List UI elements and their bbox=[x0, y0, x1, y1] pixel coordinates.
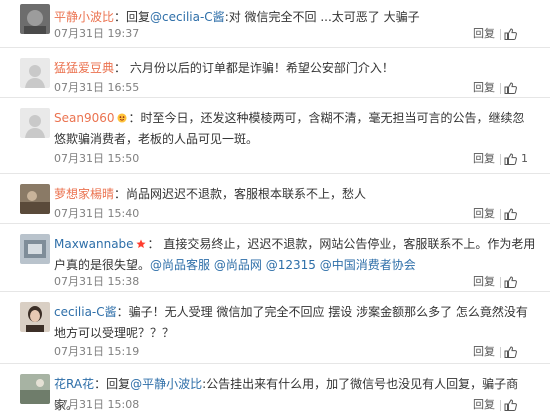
comment-text: cecilia-C酱：骗子！无人受理 微信加了完全不回应 摆设 涉案金额那么多了… bbox=[54, 302, 536, 344]
thumbs-up-icon bbox=[504, 208, 517, 220]
avatar[interactable] bbox=[20, 4, 50, 34]
divider bbox=[500, 400, 501, 411]
comment-meta: 07月31日 15:19 回复 bbox=[54, 343, 536, 361]
avatar[interactable] bbox=[20, 184, 50, 214]
comment-time: 07月31日 15:08 bbox=[54, 398, 140, 411]
comment-meta: 07月31日 19:37 回复 bbox=[54, 25, 536, 43]
reply-button[interactable]: 回复 bbox=[473, 343, 495, 361]
thumbs-up-icon bbox=[504, 28, 517, 40]
comment-item: Sean9060 ：时至今日，还发这种模棱两可，含糊不清，毫无担当可言的公告，继续… bbox=[0, 98, 550, 174]
comment-time: 07月31日 15:19 bbox=[54, 345, 140, 358]
comment-body: ： 六月份以后的订单都是诈骗！希望公安部门介入！ bbox=[114, 61, 394, 75]
comment-meta: 07月31日 15:40 回复 bbox=[54, 205, 536, 223]
like-button[interactable] bbox=[504, 25, 534, 43]
thumbs-up-icon bbox=[504, 153, 517, 165]
thumbs-up-icon bbox=[504, 82, 517, 94]
mention-link[interactable]: @尚品客服 bbox=[150, 258, 210, 272]
avatar[interactable] bbox=[20, 234, 50, 264]
comment-body: ：回复 bbox=[94, 377, 131, 391]
divider bbox=[500, 347, 501, 358]
mention-link[interactable]: @cecilia-C酱 bbox=[150, 10, 225, 24]
comment-item: 猛猛爱豆典： 六月份以后的订单都是诈骗！希望公安部门介入！ 07月31日 16:… bbox=[0, 48, 550, 98]
mention-link[interactable]: @中国消费者协会 bbox=[320, 258, 416, 272]
like-button[interactable] bbox=[504, 273, 534, 291]
comment-item: 平静小波比：回复@cecilia-C酱:对 微信完全不回 ...太可恶了 大骗子… bbox=[0, 0, 550, 48]
divider bbox=[500, 277, 501, 288]
username-link[interactable]: cecilia-C酱 bbox=[54, 305, 117, 319]
username-link[interactable]: Sean9060 bbox=[54, 111, 115, 125]
comment-meta: 07月31日 15:38 回复 bbox=[54, 273, 536, 291]
like-button[interactable] bbox=[504, 79, 534, 97]
comment-item: 花RA花：回复@平静小波比:公告挂出来有什么用，加了微信号也没见有人回复，骗子商… bbox=[0, 364, 550, 419]
comment-text: 萝想家楊晴：尚品网迟迟不退款，客服根本联系不上，愁人 bbox=[54, 184, 536, 205]
username-link[interactable]: 平静小波比 bbox=[54, 10, 114, 24]
avatar[interactable] bbox=[20, 302, 50, 332]
like-button[interactable] bbox=[504, 396, 534, 414]
mention-link[interactable]: @尚品网 bbox=[214, 258, 262, 272]
comment-time: 07月31日 16:55 bbox=[54, 81, 140, 94]
avatar[interactable] bbox=[20, 374, 50, 404]
comment-time: 07月31日 15:40 bbox=[54, 207, 140, 220]
thumbs-up-icon bbox=[504, 399, 517, 411]
comment-meta: 07月31日 16:55 回复 bbox=[54, 79, 536, 97]
divider bbox=[500, 154, 501, 165]
mention-link[interactable]: @12315 bbox=[266, 258, 316, 272]
avatar[interactable] bbox=[20, 108, 50, 138]
comment-body: :对 微信完全不回 ...太可恶了 大骗子 bbox=[224, 10, 420, 24]
divider bbox=[500, 83, 501, 94]
like-button[interactable] bbox=[504, 205, 534, 223]
username-link[interactable]: 花RA花 bbox=[54, 377, 94, 391]
thumbs-up-icon bbox=[504, 276, 517, 288]
comment-time: 07月31日 15:50 bbox=[54, 152, 140, 165]
star-badge-icon bbox=[136, 239, 146, 248]
comment-text: 猛猛爱豆典： 六月份以后的订单都是诈骗！希望公安部门介入！ bbox=[54, 58, 536, 79]
like-button[interactable] bbox=[504, 343, 534, 361]
reply-button[interactable]: 回复 bbox=[473, 79, 495, 97]
comment-meta: 07月31日 15:50 回复 1 bbox=[54, 150, 536, 168]
divider bbox=[500, 29, 501, 40]
comment-text: Maxwannabe： 直接交易终止，迟迟不退款，网站公告停业，客服联系不上。作… bbox=[54, 234, 536, 276]
reply-button[interactable]: 回复 bbox=[473, 205, 495, 223]
comment-item: cecilia-C酱：骗子！无人受理 微信加了完全不回应 摆设 涉案金额那么多了… bbox=[0, 292, 550, 364]
reply-button[interactable]: 回复 bbox=[473, 396, 495, 414]
like-count: 1 bbox=[521, 152, 528, 165]
comment-body: ：尚品网迟迟不退款，客服根本联系不上，愁人 bbox=[114, 187, 367, 201]
comment-time: 07月31日 15:38 bbox=[54, 275, 140, 288]
comment-item: Maxwannabe： 直接交易终止，迟迟不退款，网站公告停业，客服联系不上。作… bbox=[0, 224, 550, 292]
comment-body: ：骗子！无人受理 微信加了完全不回应 摆设 涉案金额那么多了 怎么竟然没有地方可… bbox=[54, 305, 528, 340]
comment-feed: 平静小波比：回复@cecilia-C酱:对 微信完全不回 ...太可恶了 大骗子… bbox=[0, 0, 550, 419]
like-button[interactable]: 1 bbox=[504, 150, 534, 168]
reply-button[interactable]: 回复 bbox=[473, 25, 495, 43]
avatar[interactable] bbox=[20, 58, 50, 88]
thumbs-up-icon bbox=[504, 346, 517, 358]
reply-button[interactable]: 回复 bbox=[473, 273, 495, 291]
username-link[interactable]: 猛猛爱豆典 bbox=[54, 61, 114, 75]
comment-text: Sean9060 ：时至今日，还发这种模棱两可，含糊不清，毫无担当可言的公告，继续… bbox=[54, 108, 536, 150]
comment-item: 萝想家楊晴：尚品网迟迟不退款，客服根本联系不上，愁人 07月31日 15:40 … bbox=[0, 174, 550, 224]
reply-button[interactable]: 回复 bbox=[473, 150, 495, 168]
comment-time: 07月31日 19:37 bbox=[54, 27, 140, 40]
comment-meta: 07月31日 15:08 回复 bbox=[54, 396, 536, 414]
username-link[interactable]: 萝想家楊晴 bbox=[54, 187, 114, 201]
divider bbox=[500, 209, 501, 220]
comment-body: ：回复 bbox=[114, 10, 151, 24]
emoji-badge-icon bbox=[116, 113, 127, 123]
username-link[interactable]: Maxwannabe bbox=[54, 237, 134, 251]
mention-link[interactable]: @平静小波比 bbox=[130, 377, 202, 391]
